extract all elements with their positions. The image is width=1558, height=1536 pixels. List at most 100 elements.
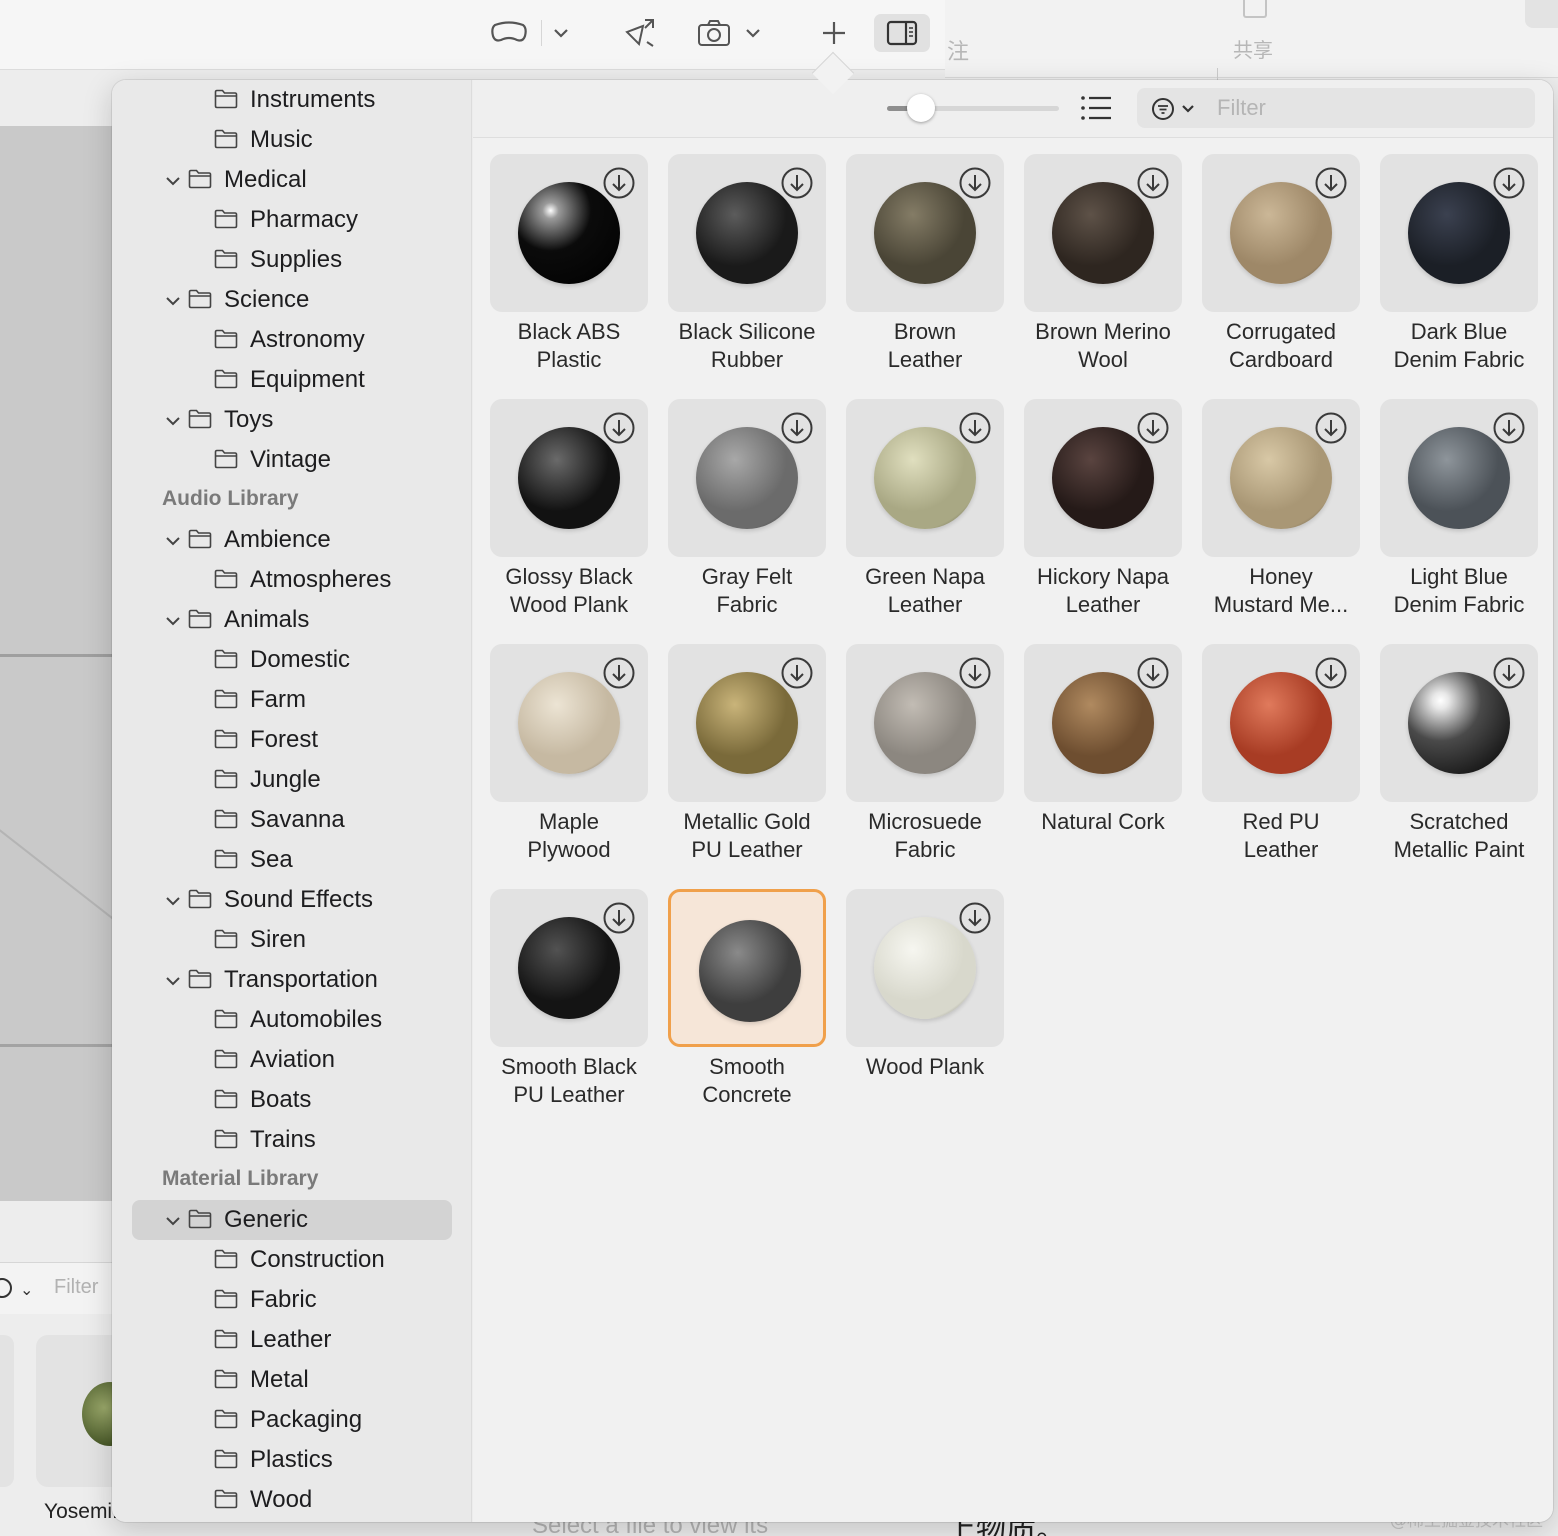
material-thumbnail[interactable] — [1024, 154, 1182, 312]
download-icon[interactable] — [1314, 166, 1348, 200]
sidebar-item-sea[interactable]: Sea — [132, 840, 452, 880]
sidebar-item-animals[interactable]: Animals — [132, 600, 452, 640]
material-thumbnail[interactable] — [846, 889, 1004, 1047]
material-thumbnail[interactable] — [490, 399, 648, 557]
download-icon[interactable] — [602, 166, 636, 200]
material-thumbnail[interactable] — [490, 154, 648, 312]
sidebar-item-toys[interactable]: Toys — [132, 400, 452, 440]
sidebar-item-packaging[interactable]: Packaging — [132, 1400, 452, 1440]
download-icon[interactable] — [958, 656, 992, 690]
material-tile-maple-plywood[interactable]: Maple Plywood — [490, 644, 648, 874]
sidebar-item-ambience[interactable]: Ambience — [132, 520, 452, 560]
material-thumbnail[interactable] — [1202, 154, 1360, 312]
sidebar-item-construction[interactable]: Construction — [132, 1240, 452, 1280]
material-tile-brown-leather[interactable]: Brown Leather — [846, 154, 1004, 384]
download-icon[interactable] — [1492, 166, 1526, 200]
sidebar-item-domestic[interactable]: Domestic — [132, 640, 452, 680]
sidebar-toggle-icon[interactable] — [874, 14, 930, 52]
transform-icon[interactable] — [618, 14, 660, 52]
sidebar-item-science[interactable]: Science — [132, 280, 452, 320]
plus-icon[interactable] — [816, 14, 852, 52]
chevron-down-icon[interactable]: ⌄ — [20, 1280, 33, 1300]
download-icon[interactable] — [1492, 411, 1526, 445]
disclosure-chevron-icon[interactable] — [164, 1212, 182, 1230]
download-icon[interactable] — [958, 901, 992, 935]
sidebar-item-plastics[interactable]: Plastics — [132, 1440, 452, 1480]
sidebar-item-boats[interactable]: Boats — [132, 1080, 452, 1120]
disclosure-chevron-icon[interactable] — [164, 972, 182, 990]
material-tile-natural-cork[interactable]: Natural Cork — [1024, 644, 1182, 874]
material-thumbnail[interactable] — [668, 644, 826, 802]
filter-field[interactable] — [1137, 88, 1535, 128]
material-thumbnail[interactable] — [1024, 399, 1182, 557]
sidebar-item-savanna[interactable]: Savanna — [132, 800, 452, 840]
download-icon[interactable] — [602, 901, 636, 935]
material-thumbnail[interactable] — [668, 889, 826, 1047]
material-tile-green-napa-leather[interactable]: Green Napa Leather — [846, 399, 1004, 629]
disclosure-chevron-icon[interactable] — [164, 612, 182, 630]
sidebar-item-aviation[interactable]: Aviation — [132, 1040, 452, 1080]
download-icon[interactable] — [958, 166, 992, 200]
sidebar-item-automobiles[interactable]: Automobiles — [132, 1000, 452, 1040]
material-tile-red-pu-leather[interactable]: Red PU Leather — [1202, 644, 1360, 874]
download-icon[interactable] — [958, 411, 992, 445]
sidebar-item-instruments[interactable]: Instruments — [132, 80, 452, 120]
material-tile-light-blue-denim-fabric[interactable]: Light Blue Denim Fabric — [1380, 399, 1538, 629]
disclosure-chevron-icon[interactable] — [164, 412, 182, 430]
material-tile-dark-blue-denim-fabric[interactable]: Dark Blue Denim Fabric — [1380, 154, 1538, 384]
material-tile-corrugated-cardboard[interactable]: Corrugated Cardboard — [1202, 154, 1360, 384]
download-icon[interactable] — [1314, 656, 1348, 690]
download-icon[interactable] — [780, 166, 814, 200]
material-thumbnail[interactable] — [846, 644, 1004, 802]
material-thumbnail[interactable] — [668, 399, 826, 557]
sidebar-item-farm[interactable]: Farm — [132, 680, 452, 720]
disclosure-chevron-icon[interactable] — [164, 172, 182, 190]
sidebar-item-vintage[interactable]: Vintage — [132, 440, 452, 480]
material-tile-brown-merino-wool[interactable]: Brown Merino Wool — [1024, 154, 1182, 384]
sidebar-item-forest[interactable]: Forest — [132, 720, 452, 760]
material-tile-microsuede-fabric[interactable]: Microsuede Fabric — [846, 644, 1004, 874]
disclosure-chevron-icon[interactable] — [164, 292, 182, 310]
sidebar-item-astronomy[interactable]: Astronomy — [132, 320, 452, 360]
annotation-tab-label[interactable]: 注 — [947, 34, 969, 66]
material-thumbnail[interactable] — [1380, 399, 1538, 557]
material-tile-black-abs-plastic[interactable]: Black ABS Plastic — [490, 154, 648, 384]
sidebar-item-wood[interactable]: Wood — [132, 1480, 452, 1520]
material-tile-honey-mustard-me[interactable]: Honey Mustard Me... — [1202, 399, 1360, 629]
material-tile-metallic-gold-pu-leather[interactable]: Metallic Gold PU Leather — [668, 644, 826, 874]
bottom-filter-placeholder[interactable]: Filter — [54, 1276, 98, 1299]
disclosure-chevron-icon[interactable] — [164, 532, 182, 550]
chevron-down-icon[interactable] — [740, 14, 766, 52]
material-tile-black-silicone-rubber[interactable]: Black Silicone Rubber — [668, 154, 826, 384]
material-tile-hickory-napa-leather[interactable]: Hickory Napa Leather — [1024, 399, 1182, 629]
list-view-icon[interactable] — [1080, 94, 1112, 122]
slider-thumb[interactable] — [907, 94, 935, 122]
sidebar-item-generic[interactable]: Generic — [132, 1200, 452, 1240]
material-tile-glossy-black-wood-plank[interactable]: Glossy Black Wood Plank — [490, 399, 648, 629]
sidebar-item-atmospheres[interactable]: Atmospheres — [132, 560, 452, 600]
material-thumbnail[interactable] — [1024, 644, 1182, 802]
sidebar-item-sound-effects[interactable]: Sound Effects — [132, 880, 452, 920]
sidebar-item-metal[interactable]: Metal — [132, 1360, 452, 1400]
material-thumbnail[interactable] — [490, 889, 648, 1047]
disclosure-chevron-icon[interactable] — [164, 892, 182, 910]
sidebar-item-leather[interactable]: Leather — [132, 1320, 452, 1360]
sidebar-item-trains[interactable]: Trains — [132, 1120, 452, 1160]
sidebar-item-transportation[interactable]: Transportation — [132, 960, 452, 1000]
material-thumbnail[interactable] — [1202, 644, 1360, 802]
chevron-down-icon[interactable] — [548, 14, 574, 52]
sidebar-item-siren[interactable]: Siren — [132, 920, 452, 960]
material-tile-smooth-concrete[interactable]: Smooth Concrete — [668, 889, 826, 1119]
material-thumbnail[interactable] — [1380, 154, 1538, 312]
download-icon[interactable] — [1136, 656, 1170, 690]
material-tile-wood-plank[interactable]: Wood Plank — [846, 889, 1004, 1119]
material-thumbnail[interactable] — [1380, 644, 1538, 802]
sidebar-item-equipment[interactable]: Equipment — [132, 360, 452, 400]
download-icon[interactable] — [1314, 411, 1348, 445]
download-icon[interactable] — [780, 656, 814, 690]
material-tile-smooth-black-pu-leather[interactable]: Smooth Black PU Leather — [490, 889, 648, 1119]
sidebar-item-fabric[interactable]: Fabric — [132, 1280, 452, 1320]
view-mode-icon[interactable] — [486, 14, 532, 52]
share-icon[interactable] — [1243, 0, 1267, 18]
material-thumbnail[interactable] — [490, 644, 648, 802]
